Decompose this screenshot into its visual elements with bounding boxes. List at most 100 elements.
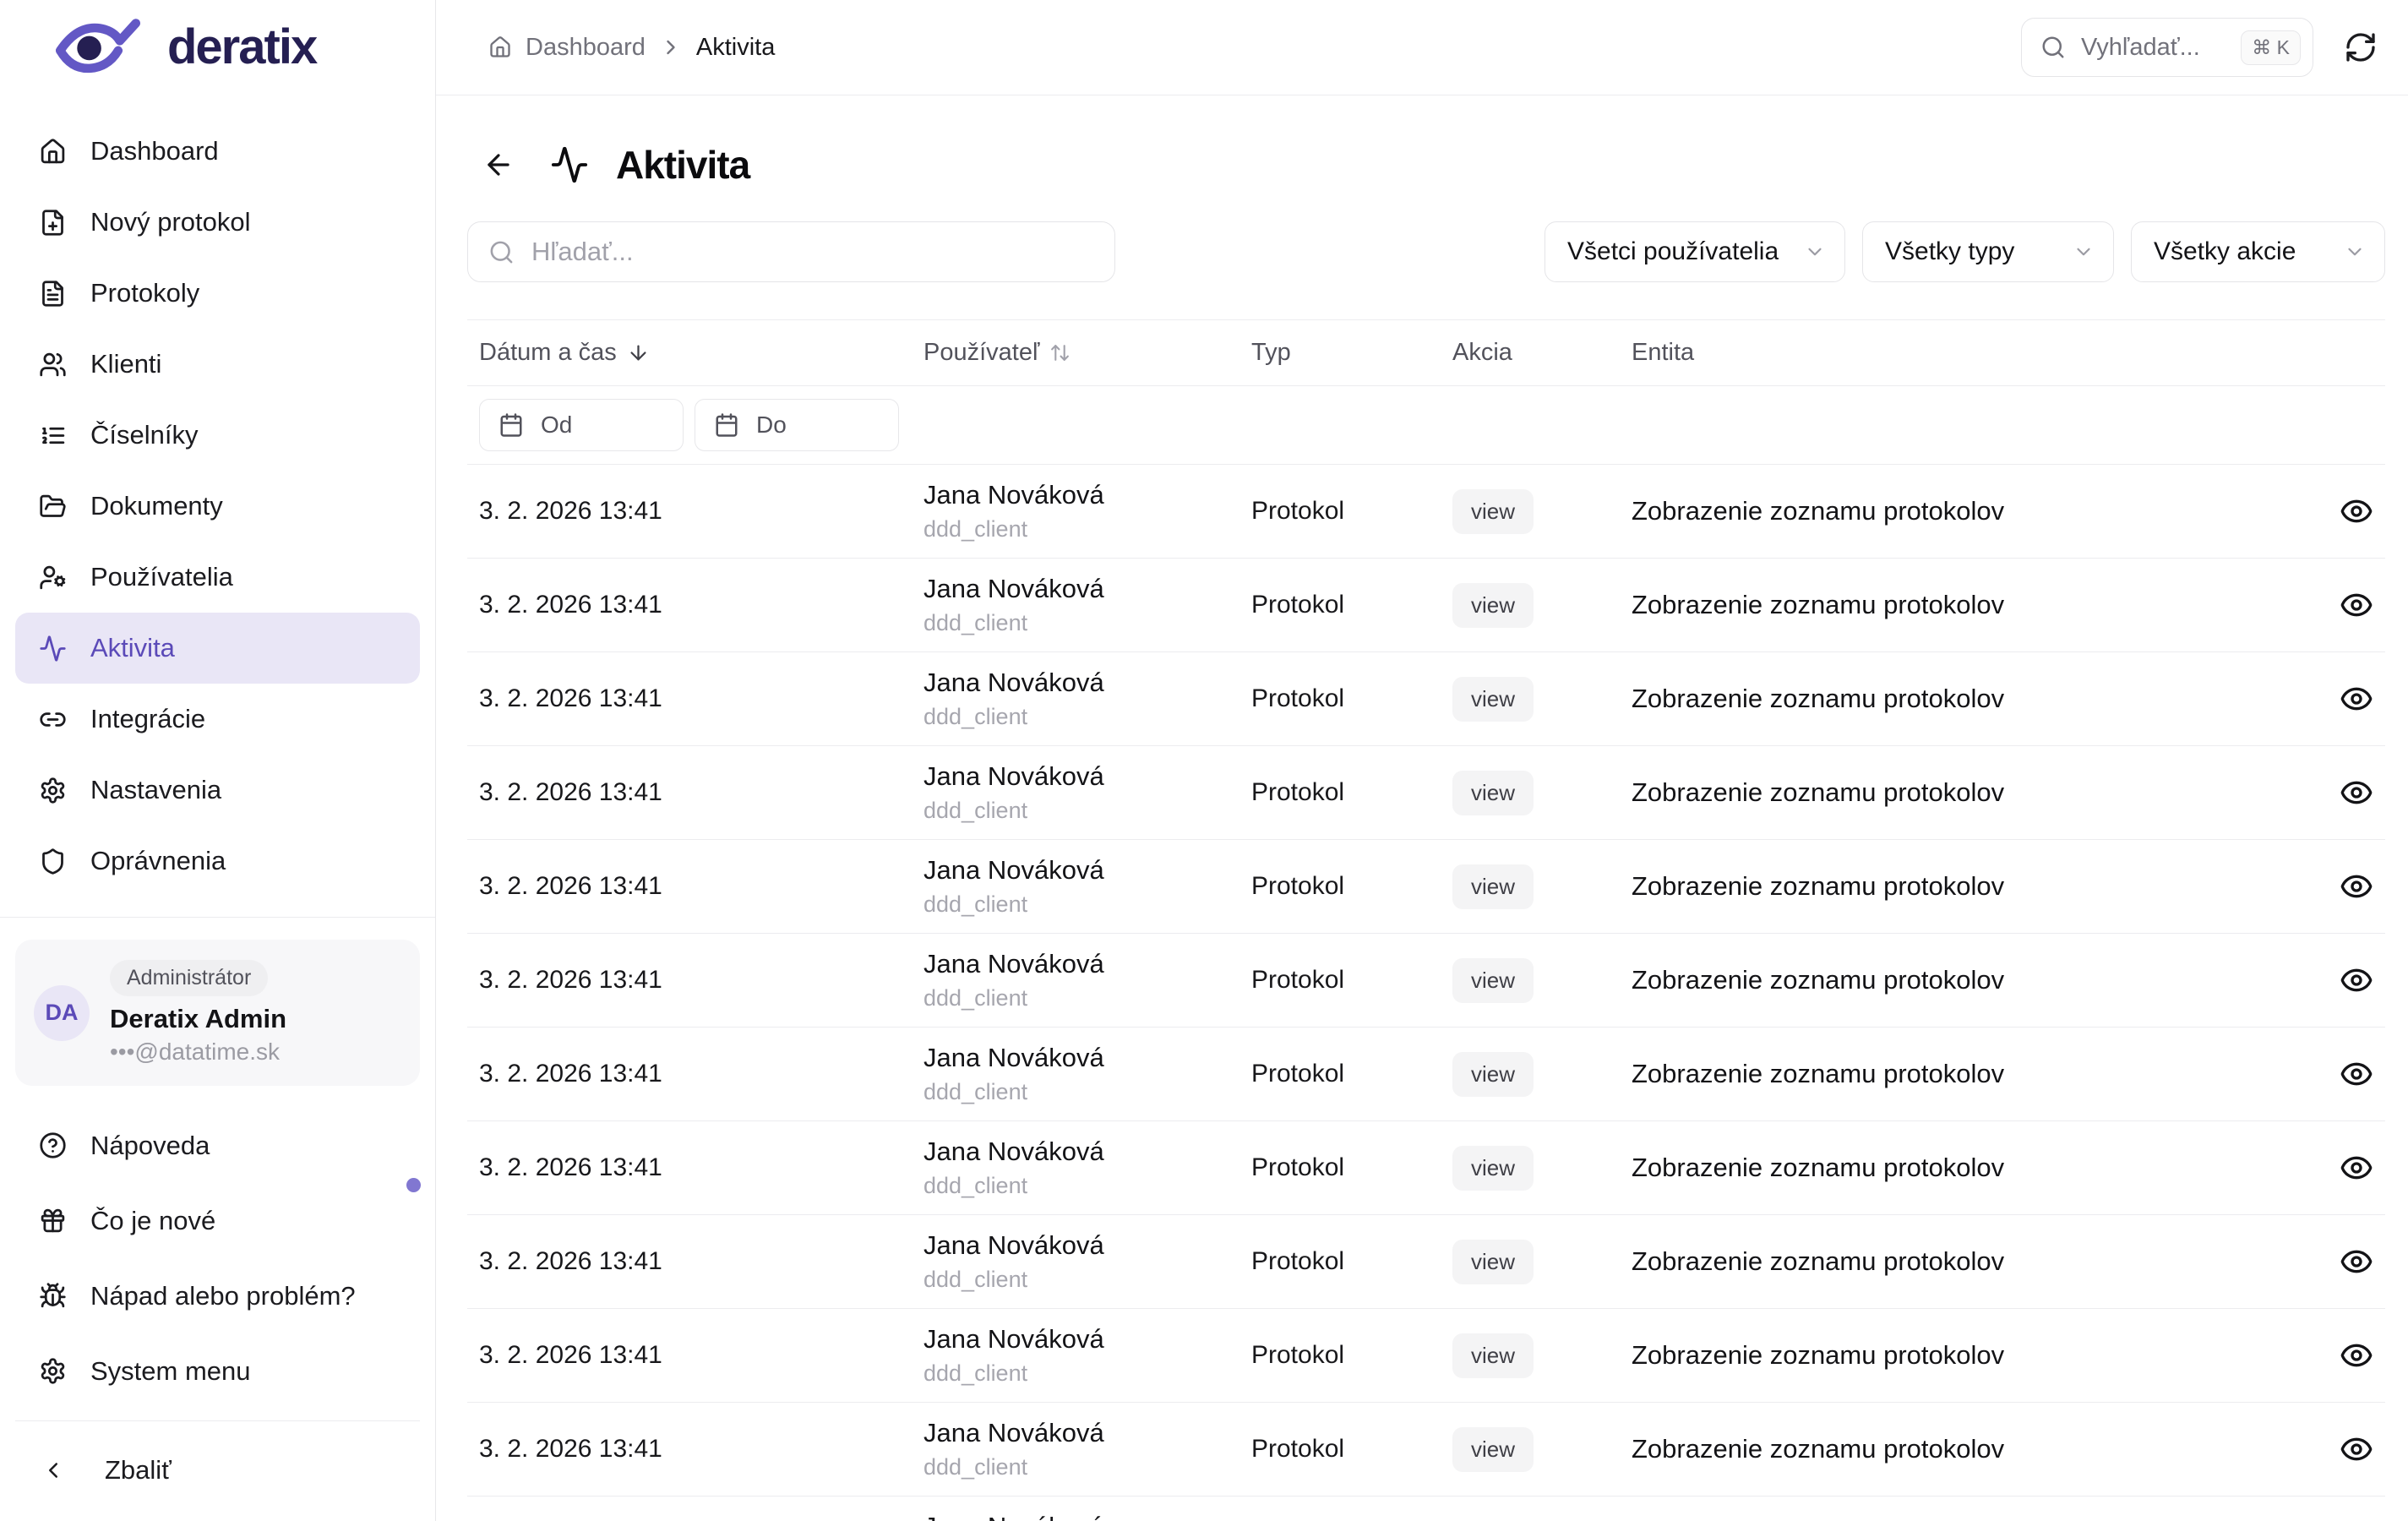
eye-icon[interactable] xyxy=(2340,588,2373,622)
row-user-cell: Jana Nováková ddd_client xyxy=(923,1324,1251,1387)
table-row[interactable]: 3. 2. 2026 13:41 Jana Nováková ddd_clien… xyxy=(467,1215,2385,1309)
sidebar-item-label: Číselníky xyxy=(90,420,198,450)
sidebar-item-label: Dokumenty xyxy=(90,491,223,521)
sidebar-item[interactable]: Nastavenia xyxy=(15,755,420,826)
home-icon xyxy=(488,35,512,59)
sidebar-item-label: Používatelia xyxy=(90,562,233,592)
row-user-cell: Jana Nováková ddd_client xyxy=(923,668,1251,730)
sidebar-item[interactable]: Dokumenty xyxy=(15,471,420,542)
table-row[interactable]: 3. 2. 2026 13:41 Jana Nováková ddd_clien… xyxy=(467,1403,2385,1496)
row-type: Protokol xyxy=(1251,1153,1452,1182)
deratix-eye-logo-icon xyxy=(47,14,150,81)
sidebar-item[interactable]: Protokoly xyxy=(15,258,420,329)
table-row[interactable]: 3. 2. 2026 13:41 Jana Nováková ddd_clien… xyxy=(467,1028,2385,1121)
refresh-icon[interactable] xyxy=(2344,30,2378,64)
sidebar-item[interactable]: Číselníky xyxy=(15,400,420,471)
file-plus-icon xyxy=(39,209,67,237)
sidebar-item[interactable]: Oprávnenia xyxy=(15,826,420,897)
global-search[interactable]: ⌘ K xyxy=(2021,18,2313,77)
profile-card[interactable]: DA Administrátor Deratix Admin •••@datat… xyxy=(15,940,420,1086)
arrow-down-icon xyxy=(627,341,650,364)
row-user-name: Jana Nováková xyxy=(923,1324,1251,1355)
column-header-entity[interactable]: Entita xyxy=(1632,339,2306,367)
sidebar-footer-label: Čo je nové xyxy=(90,1206,215,1236)
sidebar-item[interactable]: Integrácie xyxy=(15,684,420,755)
row-entity: Zobrazenie zoznamu protokolov xyxy=(1632,496,2306,526)
table-row[interactable]: 3. 2. 2026 13:41 Jana Nováková ddd_clien… xyxy=(467,1309,2385,1403)
table-row[interactable]: 3. 2. 2026 13:41 Jana Nováková ddd_clien… xyxy=(467,746,2385,840)
sidebar-footer-item[interactable]: Čo je nové xyxy=(15,1183,420,1258)
actions-filter-select[interactable]: Všetky akcie xyxy=(2131,221,2385,282)
brand-logo[interactable]: deratix xyxy=(0,0,435,94)
table-row[interactable]: 3. 2. 2026 13:41 Jana Nováková ddd_clien… xyxy=(467,652,2385,746)
row-user-cell: Jana Nováková ddd_client xyxy=(923,1418,1251,1480)
table-search-input[interactable] xyxy=(531,237,1094,267)
global-search-input[interactable] xyxy=(2081,34,2225,62)
profile-name: Deratix Admin xyxy=(110,1004,286,1034)
row-action-badge: view xyxy=(1452,489,1534,534)
users-filter-select[interactable]: Všetci používatelia xyxy=(1544,221,1845,282)
table-row[interactable]: 3. 2. 2026 13:41 Jana Nováková ddd_clien… xyxy=(467,934,2385,1028)
sidebar-item[interactable]: Klienti xyxy=(15,329,420,400)
row-datetime: 3. 2. 2026 13:41 xyxy=(479,1060,923,1088)
sidebar-item[interactable]: Aktivita xyxy=(15,613,420,684)
row-datetime: 3. 2. 2026 13:41 xyxy=(479,1435,923,1464)
eye-icon[interactable] xyxy=(2340,682,2373,716)
sidebar-footer-item[interactable]: Nápad alebo problém? xyxy=(15,1258,420,1333)
avatar: DA xyxy=(34,985,90,1041)
column-header-datetime[interactable]: Dátum a čas xyxy=(479,339,923,367)
user-cog-icon xyxy=(39,564,67,592)
eye-icon[interactable] xyxy=(2340,1057,2373,1091)
sidebar-item[interactable]: Používatelia xyxy=(15,542,420,613)
column-header-user[interactable]: Používateľ xyxy=(923,339,1251,367)
types-filter-select[interactable]: Všetky typy xyxy=(1862,221,2114,282)
row-user-name: Jana Nováková xyxy=(923,1418,1251,1448)
column-header-action[interactable]: Akcia xyxy=(1452,339,1632,367)
profile-email: •••@datatime.sk xyxy=(110,1039,286,1066)
sidebar-item[interactable]: Dashboard xyxy=(15,116,420,187)
eye-icon[interactable] xyxy=(2340,1432,2373,1466)
table-row[interactable]: 3. 2. 2026 13:41 Jana Nováková ddd_clien… xyxy=(467,465,2385,559)
sidebar-divider xyxy=(15,1420,420,1421)
eye-icon[interactable] xyxy=(2340,776,2373,810)
row-action-badge: view xyxy=(1452,958,1534,1003)
collapse-sidebar-button[interactable]: Zbaliť xyxy=(15,1433,420,1507)
eye-icon[interactable] xyxy=(2340,494,2373,528)
date-to-button[interactable]: Do xyxy=(695,399,899,451)
table-row[interactable]: 3. 2. 2026 13:41 Jana Nováková ddd_clien… xyxy=(467,840,2385,934)
date-filter-row: Od Do xyxy=(467,386,2385,465)
page-header: Aktivita xyxy=(467,142,2385,188)
brand-name: deratix xyxy=(167,19,316,75)
file-text-icon xyxy=(39,280,67,308)
breadcrumb-home[interactable]: Dashboard xyxy=(526,34,646,62)
sidebar-footer-item[interactable]: System menu xyxy=(15,1333,420,1409)
row-action-badge: view xyxy=(1452,864,1534,909)
eye-icon[interactable] xyxy=(2340,1338,2373,1372)
table-search[interactable] xyxy=(467,221,1115,282)
sidebar-item-label: Integrácie xyxy=(90,704,205,734)
row-type: Protokol xyxy=(1251,1247,1452,1276)
sidebar-footer-item[interactable]: Nápoveda xyxy=(15,1108,420,1183)
table-row[interactable]: 3. 2. 2026 13:41 Jana Nováková ddd_clien… xyxy=(467,559,2385,652)
table-row[interactable]: 3. 2. 2026 13:41 Jana Nováková ddd_clien… xyxy=(467,1121,2385,1215)
row-type: Protokol xyxy=(1251,1060,1452,1088)
breadcrumb-current: Aktivita xyxy=(696,34,775,62)
row-action-badge: view xyxy=(1452,1427,1534,1472)
row-user-cell: Jana Nováková ddd_client xyxy=(923,1230,1251,1293)
eye-icon[interactable] xyxy=(2340,1151,2373,1185)
eye-icon[interactable] xyxy=(2340,963,2373,997)
activity-icon xyxy=(550,145,589,184)
row-action-badge: view xyxy=(1452,1240,1534,1284)
row-entity: Zobrazenie zoznamu protokolov xyxy=(1632,1434,2306,1464)
date-from-button[interactable]: Od xyxy=(479,399,684,451)
column-header-type[interactable]: Typ xyxy=(1251,339,1452,367)
help-circle-icon xyxy=(39,1131,67,1159)
eye-icon[interactable] xyxy=(2340,870,2373,903)
chevron-down-icon xyxy=(1804,241,1826,263)
row-user-subtitle: ddd_client xyxy=(923,610,1251,636)
role-badge: Administrátor xyxy=(110,960,268,996)
table-row[interactable]: 3. 2. 2026 13:41 Jana Nováková ddd_clien… xyxy=(467,1496,2385,1521)
eye-icon[interactable] xyxy=(2340,1245,2373,1278)
arrow-left-icon[interactable] xyxy=(482,149,515,181)
sidebar-item[interactable]: Nový protokol xyxy=(15,187,420,258)
